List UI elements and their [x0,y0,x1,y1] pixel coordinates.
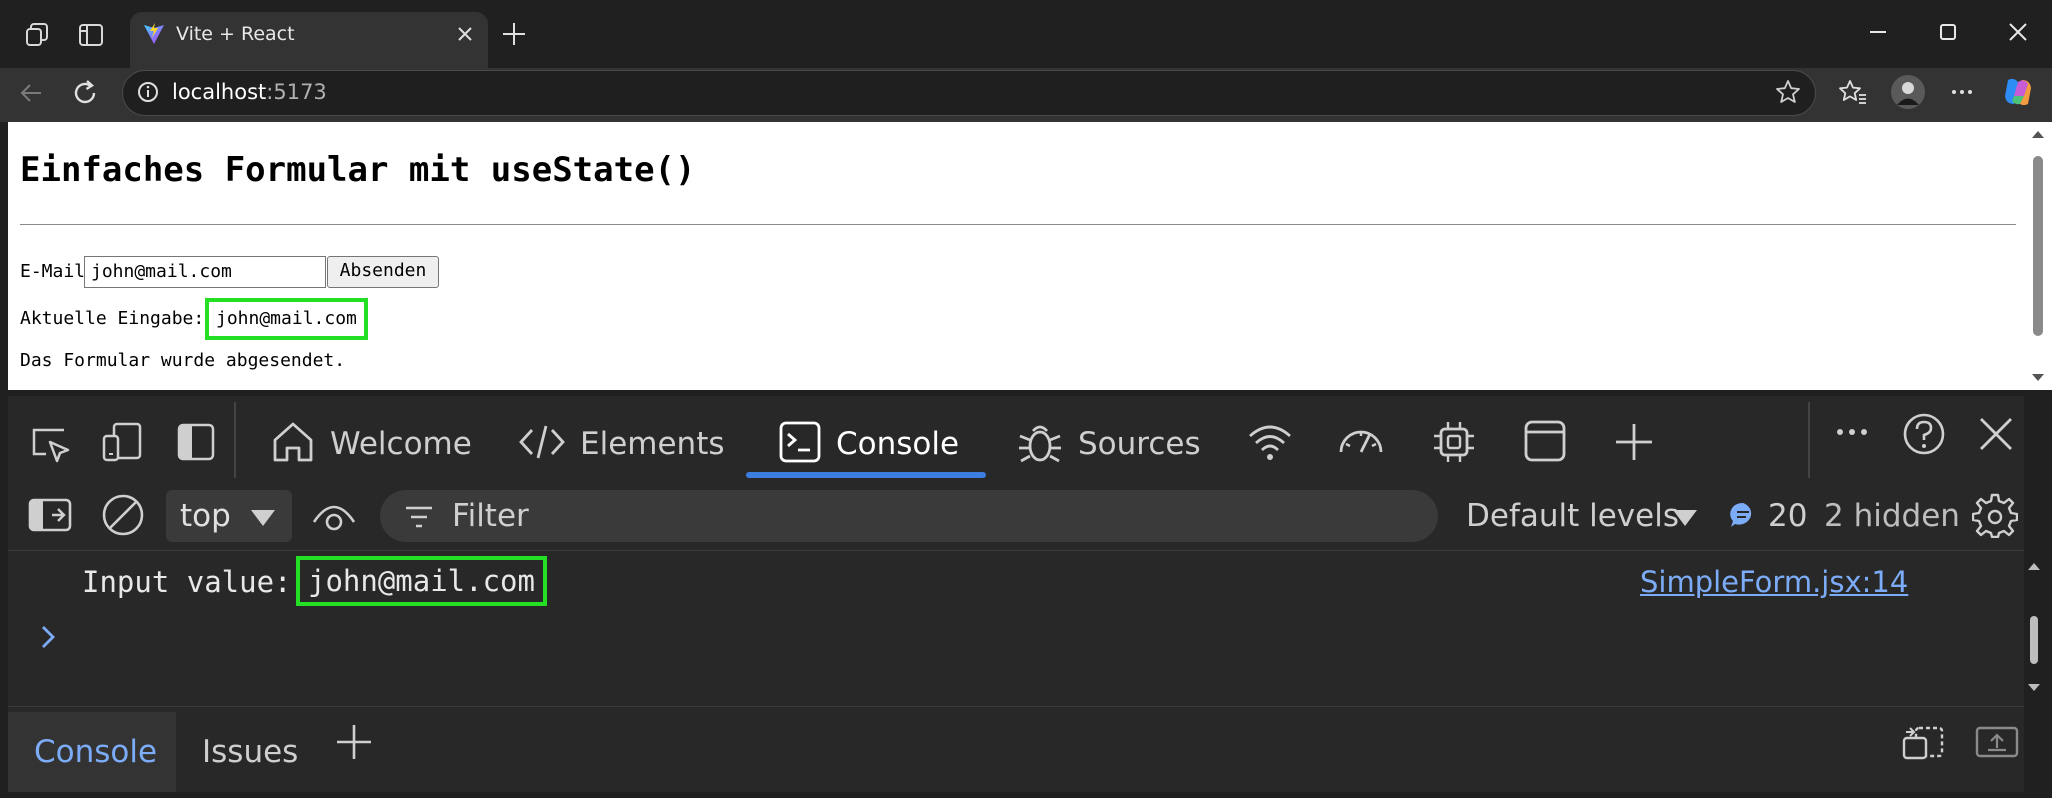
submitted-message: Das Formular wurde abgesendet. [20,350,346,371]
close-devtools-icon[interactable] [1976,414,2016,454]
log-source-link[interactable]: SimpleForm.jsx:14 [1640,564,1908,600]
filter-input[interactable]: Filter [380,490,1438,542]
site-info-icon[interactable] [136,80,160,104]
application-window-icon[interactable] [1522,418,1568,464]
customize-more-icon[interactable] [1832,420,1872,460]
url-text[interactable]: localhost:5173 [172,78,327,106]
copilot-icon[interactable] [2000,74,2036,110]
memory-chip-icon[interactable] [1430,418,1478,466]
log-levels-select[interactable]: Default levels [1466,490,1679,542]
context-select-value: top [180,498,231,534]
current-input-label: Aktuelle Eingabe: [20,308,205,329]
url-host: localhost [172,80,267,104]
page-scrollbar[interactable] [2024,122,2052,390]
page-viewport: Einfaches Formular mit useState() E-Mail… [8,122,2024,390]
context-select[interactable]: top [166,490,292,542]
minimize-icon[interactable] [1864,18,1892,46]
console-icon[interactable] [778,420,822,464]
window-close-icon[interactable] [2004,18,2032,46]
home-icon[interactable] [270,418,316,466]
submit-button[interactable]: Absenden [327,256,439,288]
console-settings-gear-icon[interactable] [1972,492,2018,538]
drawer-tab-issues[interactable]: Issues [202,730,298,774]
active-tab-indicator [746,472,986,478]
log-message-value: john@mail.com [296,556,547,606]
toolbar-separator [1808,402,1810,478]
divider [20,224,2016,225]
help-icon[interactable] [1902,412,1946,456]
toolbar-separator [234,402,236,478]
browser-tab-active[interactable]: Vite + React [130,12,488,68]
vite-logo-icon [142,22,166,46]
drawer-add-tab-icon[interactable] [334,722,374,762]
tab-elements[interactable]: Elements [580,420,725,468]
performance-gauge-icon[interactable] [1336,420,1386,464]
tab-console[interactable]: Console [836,420,959,468]
drawer-dock-icon[interactable] [1900,722,1946,762]
drawer-minimize-icon[interactable] [1974,722,2020,762]
devtools-drawer [8,706,2024,792]
drawer-tab-console[interactable]: Console [34,730,157,774]
device-emulation-icon[interactable] [100,420,144,464]
levels-chevron-down-icon[interactable] [1670,504,1700,530]
sidebar-toggle-icon[interactable] [28,496,72,536]
profile-avatar-icon[interactable] [1890,74,1926,110]
log-message-text: Input value: [82,565,292,599]
maximize-icon[interactable] [1934,18,1962,46]
filter-placeholder: Filter [452,498,529,534]
inspect-element-icon[interactable] [28,422,72,466]
more-icon[interactable] [1948,78,1976,106]
page-title: Einfaches Formular mit useState() [20,150,696,190]
email-label: E-Mail [20,261,86,282]
email-input[interactable]: john@mail.com [84,256,326,288]
tab-sources[interactable]: Sources [1078,420,1201,468]
new-tab-icon[interactable] [500,20,528,48]
tab-welcome[interactable]: Welcome [330,420,472,468]
network-wifi-icon[interactable] [1246,420,1294,464]
chevron-down-icon [248,504,278,530]
bug-icon[interactable] [1016,418,1064,466]
close-icon[interactable] [456,25,474,43]
favorites-icon[interactable] [1838,78,1868,106]
favorite-star-icon[interactable] [1774,78,1802,106]
address-bar[interactable] [122,70,1816,116]
tab-title: Vite + React [176,23,295,45]
message-count-icon [1728,500,1758,530]
console-prompt-chevron-icon[interactable] [38,622,60,652]
filter-icon [404,503,434,531]
more-tools-plus-icon[interactable] [1612,420,1656,464]
tab-actions-icon[interactable] [78,22,104,48]
code-icon[interactable] [518,420,566,464]
clear-console-icon[interactable] [100,492,146,538]
refresh-icon[interactable] [70,78,100,108]
back-icon[interactable] [16,78,46,108]
url-port: :5173 [266,80,327,104]
dock-side-icon[interactable] [176,420,216,464]
live-expression-eye-icon[interactable] [310,494,358,538]
console-scrollbar[interactable] [2020,556,2048,702]
workspaces-icon[interactable] [24,22,50,48]
message-count[interactable]: 20 [1768,490,1807,542]
current-input-value: john@mail.com [205,298,368,340]
hidden-count: 2 hidden [1824,498,1960,534]
